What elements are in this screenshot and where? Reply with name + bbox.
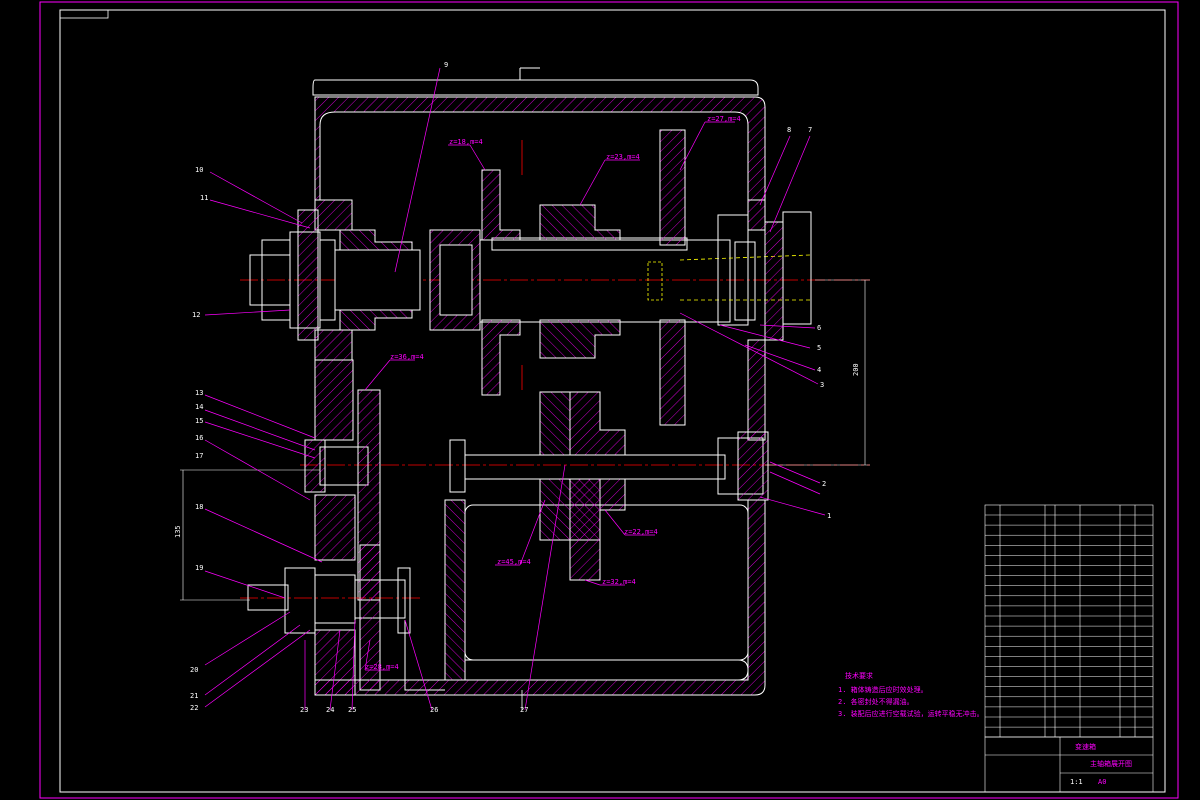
title-block-company: 变速箱 <box>1075 742 1096 751</box>
assembly-drawing: 200 135 z=27,m=4 z=18,m=4 z=23,m=4 z=36,… <box>39 1 1179 799</box>
part-number: 20 <box>190 666 198 674</box>
part-number: 14 <box>195 403 203 411</box>
part-number: 3 <box>820 381 824 389</box>
dim-200-text: 200 <box>852 363 860 376</box>
gear-label-2: z=18,m=4 <box>449 138 483 146</box>
part-number: 8 <box>787 126 791 134</box>
part-number: 24 <box>326 706 334 714</box>
part-number: 16 <box>195 434 203 442</box>
inner-border <box>59 9 1166 793</box>
note-item: 1. 箱体铸造后应时效处理。 <box>838 685 928 694</box>
part-number: 22 <box>190 704 198 712</box>
outer-border <box>39 1 1179 799</box>
part-number: 7 <box>808 126 812 134</box>
part-number: 11 <box>200 194 208 202</box>
part-number: 26 <box>430 706 438 714</box>
gear-label-5: z=45,m=4 <box>497 558 531 566</box>
corner-tag <box>59 9 109 19</box>
gear-label-4: z=36,m=4 <box>390 353 424 361</box>
part-number: 2 <box>822 480 826 488</box>
part-number: 4 <box>817 366 821 374</box>
note-item: 3. 装配后应进行空载试验，运转平稳无冲击。 <box>838 709 984 718</box>
dim-135-text: 135 <box>174 525 182 538</box>
part-number: 27 <box>520 706 528 714</box>
note-item: 2. 各密封处不得漏油。 <box>838 697 914 706</box>
parts-list <box>984 504 1154 793</box>
part-number: 13 <box>195 389 203 397</box>
part-number: 15 <box>195 417 203 425</box>
title-block-sheet: A0 <box>1098 778 1106 786</box>
technical-notes: 技术要求 1. 箱体铸造后应时效处理。 2. 各密封处不得漏油。 3. 装配后应… <box>838 671 984 718</box>
gear-label-7: z=32,m=4 <box>602 578 636 586</box>
part-number: 9 <box>444 61 448 69</box>
gear-label-3: z=23,m=4 <box>606 153 640 161</box>
part-number: 17 <box>195 452 203 460</box>
dimension-135: 135 <box>174 469 320 601</box>
middle-shaft <box>300 389 870 601</box>
part-number: 12 <box>192 311 200 319</box>
part-number: 5 <box>817 344 821 352</box>
notes-heading: 技术要求 <box>845 671 873 680</box>
part-number: 25 <box>348 706 356 714</box>
part-number: 23 <box>300 706 308 714</box>
part-number: 6 <box>817 324 821 332</box>
part-number: 10 <box>195 166 203 174</box>
title-block-scale: 1:1 <box>1070 778 1083 786</box>
title-block-drawing-name: 主轴箱展开图 <box>1090 759 1132 768</box>
part-leaders <box>204 67 826 711</box>
part-number: 19 <box>195 564 203 572</box>
part-number: 1 <box>827 512 831 520</box>
part-number: 18 <box>195 503 203 511</box>
gear-label-1: z=27,m=4 <box>707 115 741 123</box>
part-number: 21 <box>190 692 198 700</box>
gear-label-8: z=28,m=4 <box>365 663 399 671</box>
gear-label-6: z=22,m=4 <box>624 528 658 536</box>
part-numbers: 9 8 7 6 5 4 3 2 1 10 11 12 13 14 15 16 1… <box>190 61 831 714</box>
